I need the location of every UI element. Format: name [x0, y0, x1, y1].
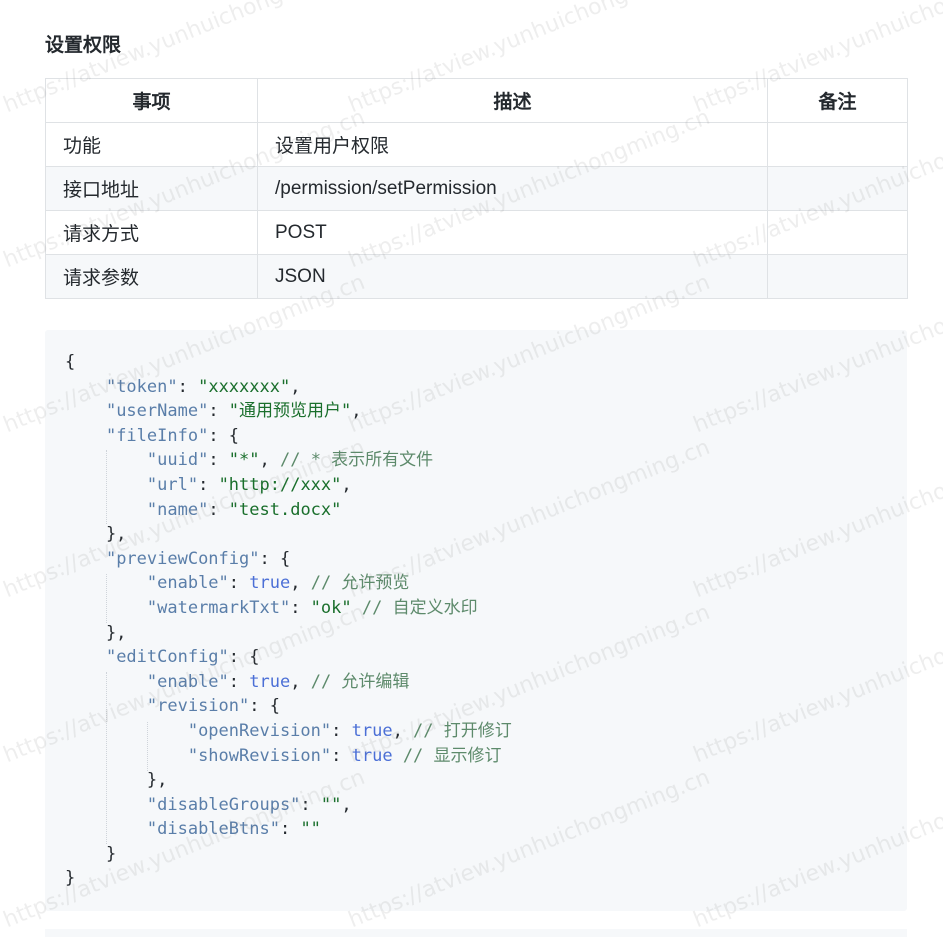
- indent-guide: [106, 450, 107, 524]
- next-block-edge: [45, 929, 907, 937]
- code-line: "openRevision": true, // 打开修订: [187, 720, 512, 741]
- indent-guide: [147, 722, 148, 771]
- code-line: "enable": true, // 允许编辑: [146, 671, 410, 692]
- code-line: "url": "http://xxx",: [146, 474, 352, 495]
- code-line: "showRevision": true // 显示修订: [187, 745, 502, 766]
- code-line: {: [65, 352, 76, 372]
- cell-remark: [767, 254, 908, 299]
- cell-item: 接口地址: [45, 166, 258, 211]
- code-line: },: [65, 770, 168, 791]
- code-line: },: [65, 524, 127, 545]
- code-line: "watermarkTxt": "ok" // 自定义水印: [146, 597, 478, 618]
- code-line: "disableBtns": "": [146, 819, 321, 840]
- column-header-item: 事项: [45, 78, 258, 123]
- table-row: 功能 设置用户权限: [45, 122, 908, 167]
- cell-item: 请求方式: [45, 210, 258, 255]
- cell-description: POST: [257, 210, 768, 255]
- code-line: }: [65, 868, 76, 889]
- code-line: "previewConfig": {: [105, 548, 291, 569]
- table-header-row: 事项 描述 备注: [45, 78, 908, 123]
- cell-description: 设置用户权限: [257, 122, 768, 167]
- indent-guide: [106, 672, 107, 844]
- api-spec-table: 事项 描述 备注 功能 设置用户权限 接口地址 /permission/setP…: [45, 78, 908, 299]
- code-line: "uuid": "*", // * 表示所有文件: [146, 450, 434, 471]
- code-line: "revision": {: [146, 696, 280, 717]
- column-header-remark: 备注: [767, 78, 908, 123]
- table-row: 请求方式 POST: [45, 210, 908, 255]
- cell-description: JSON: [257, 254, 768, 299]
- cell-remark: [767, 166, 908, 211]
- cell-description: /permission/setPermission: [257, 166, 768, 211]
- code-line: }: [65, 843, 117, 864]
- table-row: 接口地址 /permission/setPermission: [45, 166, 908, 211]
- code-line: "fileInfo": {: [105, 425, 240, 446]
- code-content: { "token": "xxxxxxx", "userName": "通用预览用…: [65, 350, 907, 891]
- cell-item: 功能: [45, 122, 258, 167]
- code-block[interactable]: { "token": "xxxxxxx", "userName": "通用预览用…: [45, 330, 907, 911]
- cell-item: 请求参数: [45, 254, 258, 299]
- code-line: "disableGroups": "",: [146, 794, 352, 815]
- code-line: },: [65, 622, 127, 643]
- code-line: "editConfig": {: [105, 647, 260, 668]
- cell-remark: [767, 210, 908, 255]
- code-line: "enable": true, // 允许预览: [146, 573, 410, 594]
- cell-remark: [767, 122, 908, 167]
- code-line: "token": "xxxxxxx",: [105, 376, 301, 397]
- code-line: "userName": "通用预览用户",: [105, 401, 362, 422]
- table-row: 请求参数 JSON: [45, 254, 908, 299]
- indent-guide: [106, 574, 107, 623]
- section-title: 设置权限: [45, 35, 122, 56]
- column-header-description: 描述: [257, 78, 768, 123]
